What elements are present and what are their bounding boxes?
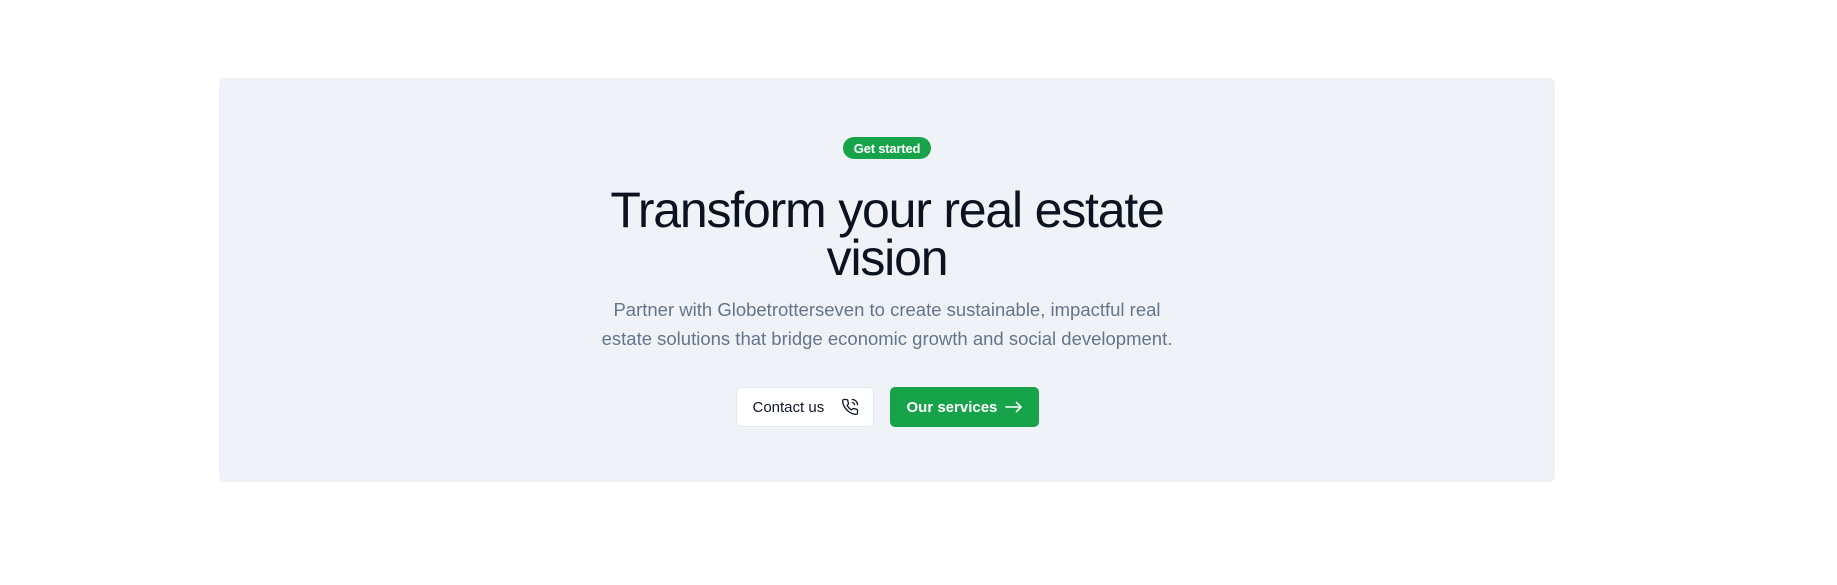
our-services-button[interactable]: Our services bbox=[889, 387, 1039, 427]
page-title: Transform your real estate vision bbox=[610, 182, 1164, 286]
contact-us-label: Contact us bbox=[752, 398, 825, 416]
phone-icon bbox=[841, 398, 859, 416]
cta-section: Get started Transform your real estate v… bbox=[219, 78, 1555, 482]
get-started-badge: Get started bbox=[842, 137, 932, 159]
arrow-right-icon bbox=[1004, 401, 1023, 413]
our-services-label: Our services bbox=[906, 398, 998, 416]
cta-actions: Contact us Our services bbox=[735, 387, 1039, 427]
contact-us-button[interactable]: Contact us bbox=[735, 387, 874, 427]
cta-description: Partner with Globetrotterseven to create… bbox=[601, 299, 1173, 349]
